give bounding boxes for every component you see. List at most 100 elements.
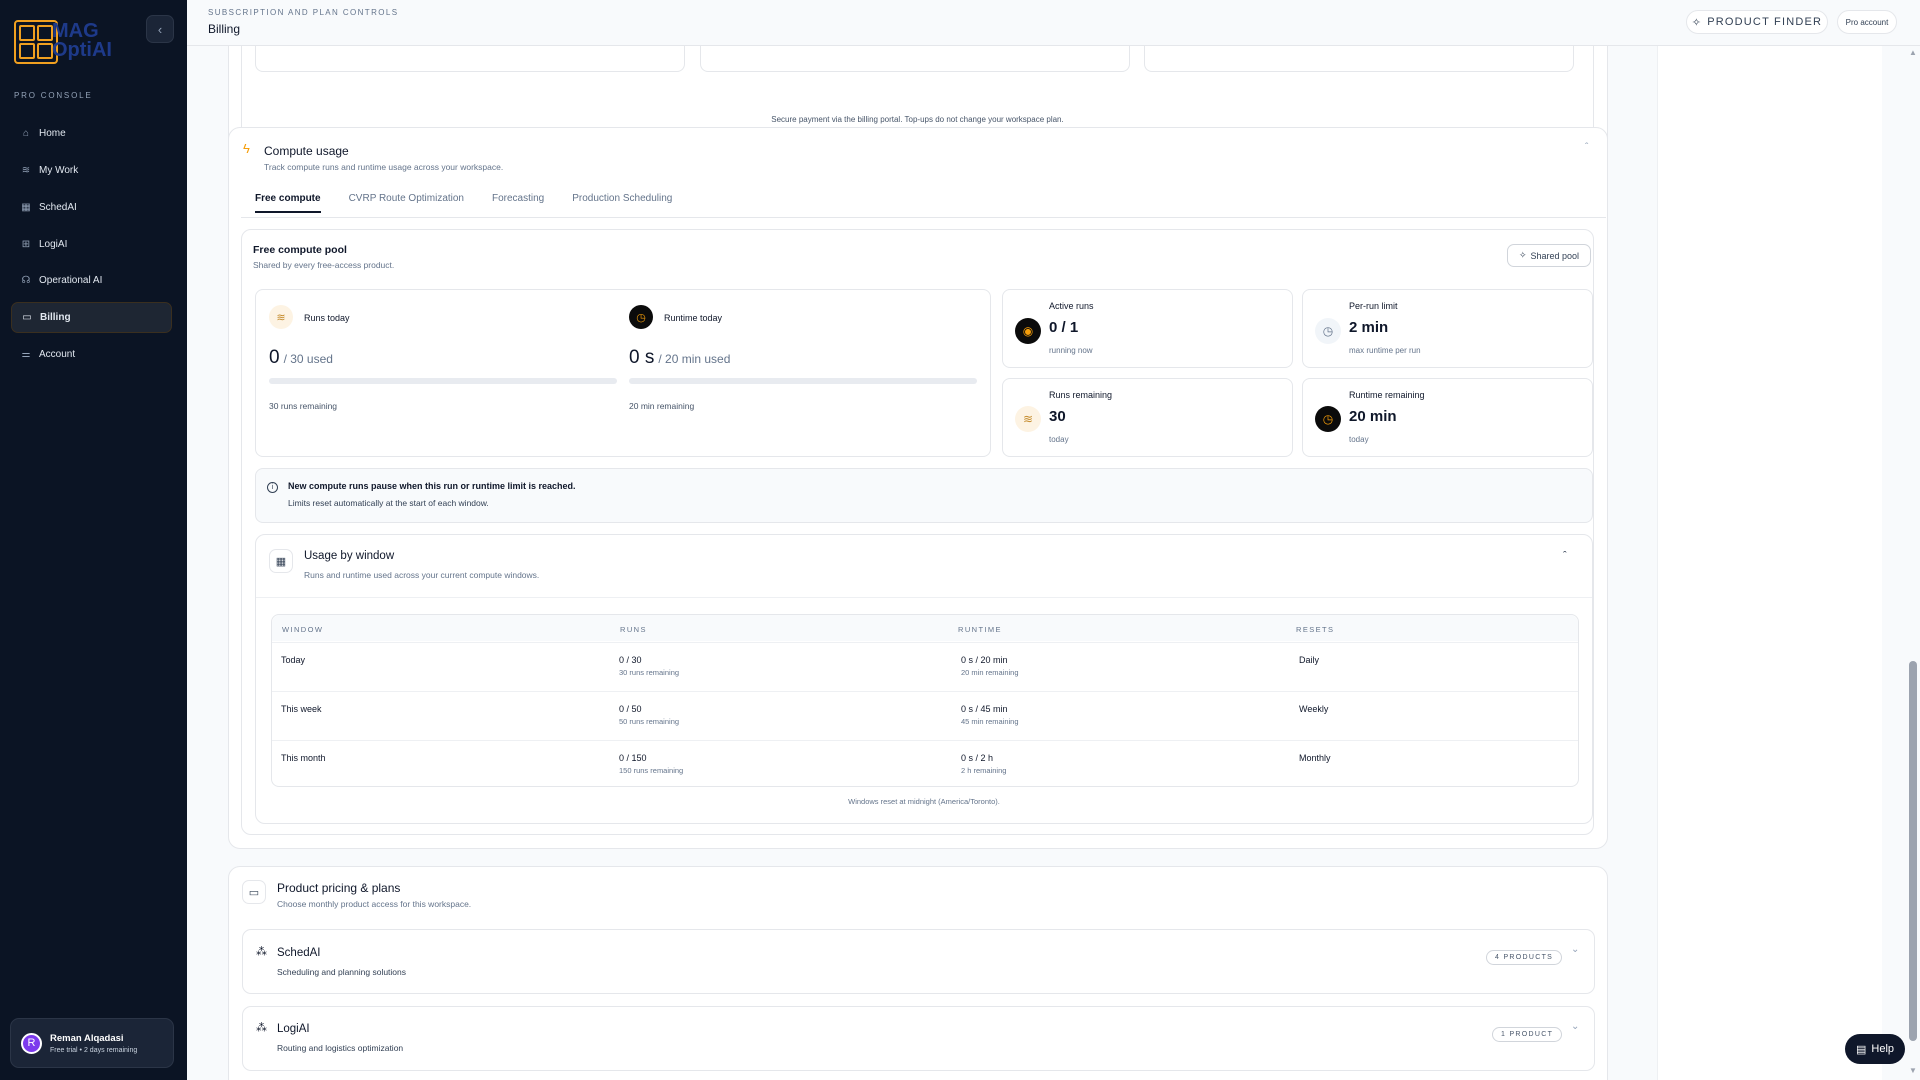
brand-logo[interactable]: MAG OptiAI [14, 20, 118, 66]
runtime-today-total: / 20 min used [658, 352, 731, 366]
lightning-icon: ϟ [243, 141, 250, 156]
topup-option[interactable] [1144, 46, 1574, 72]
limit-notice: i New compute runs pause when this run o… [255, 468, 1593, 523]
play-circle-icon: ◉ [1015, 318, 1041, 344]
topup-option[interactable] [255, 46, 685, 72]
active-runs-value: 0 / 1 [1049, 319, 1079, 336]
info-icon: i [267, 482, 278, 493]
per-run-limit-card: ◷ Per-run limit 2 min max runtime per ru… [1302, 289, 1593, 368]
tab-cvrp-route-optimization[interactable]: CVRP Route Optimization [349, 193, 464, 213]
user-card[interactable]: R Reman Alqadasi Free trial • 2 days rem… [10, 1018, 174, 1068]
product-group-name: LogiAI [277, 1023, 310, 1035]
product-pricing-card: ▭ Product pricing & plans Choose monthly… [228, 866, 1608, 1080]
product-finder-button[interactable]: ✧ PRODUCT FINDER [1686, 10, 1828, 34]
avatar: R [21, 1032, 42, 1054]
product-count-badge: 1 PRODUCT [1492, 1027, 1563, 1042]
compute-usage-title: Compute usage [264, 144, 349, 158]
trial-status: Free trial • 2 days remaining [50, 1046, 138, 1054]
account-badge[interactable]: Pro account [1837, 10, 1897, 34]
runtime-today-value: 0 s [629, 347, 655, 368]
column-header-runs: RUNS [620, 625, 647, 634]
notice-line2: Limits reset automatically at the start … [288, 498, 489, 508]
cell-runtime-sub: 2 h remaining [961, 766, 1007, 775]
tab-forecasting[interactable]: Forecasting [492, 193, 544, 213]
sidebar-item-billing[interactable]: ▭ Billing [11, 302, 172, 333]
card-icon: ▭ [22, 312, 32, 323]
compute-usage-subtitle: Track compute runs and runtime usage acr… [264, 162, 504, 172]
cell-runs: 0 / 30 [619, 655, 642, 665]
per-run-limit-value: 2 min [1349, 319, 1389, 336]
sidebar-item-label: SchedAI [39, 202, 77, 213]
runs-remaining-value: 30 [1049, 408, 1066, 425]
user-name: Reman Alqadasi [50, 1032, 124, 1044]
sidebar-item-account[interactable]: ⚌ Account [11, 339, 172, 370]
usage-title: Usage by window [304, 550, 395, 562]
layers-icon: ≋ [1015, 406, 1041, 432]
chevron-up-icon[interactable]: ˆ [1585, 142, 1588, 153]
right-panel [1657, 46, 1882, 1080]
sidebar-item-label: Home [39, 128, 66, 139]
stopwatch-icon: ◷ [1315, 406, 1341, 432]
table-row: This month 0 / 150 150 runs remaining 0 s… [272, 740, 1578, 788]
runtime-remaining-card: ◷ Runtime remaining 20 min today [1302, 378, 1593, 457]
bot-icon: ☊ [21, 275, 31, 286]
scroll-down-arrow-icon[interactable]: ▼ [1909, 1066, 1917, 1075]
scrollbar-thumb[interactable] [1909, 661, 1917, 1041]
cell-runs: 0 / 150 [619, 753, 647, 763]
cell-resets: Monthly [1299, 753, 1331, 763]
chat-icon: ▤ [1855, 1043, 1867, 1056]
home-icon: ⌂ [22, 128, 30, 139]
calendar-icon: ▦ [269, 549, 293, 573]
cell-runs-sub: 50 runs remaining [619, 717, 680, 726]
sparkle-icon: ✧ [1691, 16, 1703, 29]
product-group-logiai[interactable]: ⁂ LogiAI Routing and logistics optimizat… [242, 1006, 1595, 1071]
sidebar-item-my-work[interactable]: ≋ My Work [11, 155, 172, 186]
cell-runtime-sub: 20 min remaining [961, 668, 1019, 677]
shared-pool-button[interactable]: ✧ Shared pool [1507, 244, 1591, 267]
runs-remaining-sub: today [1049, 435, 1069, 444]
help-button[interactable]: ▤ Help [1845, 1034, 1905, 1064]
tab-free-compute[interactable]: Free compute [255, 193, 321, 213]
per-run-limit-label: Per-run limit [1349, 301, 1398, 311]
chevron-down-icon[interactable]: ⌄ [1571, 1021, 1579, 1032]
clock-icon: ◷ [1315, 318, 1341, 344]
compute-tabs: Free compute CVRP Route Optimization For… [255, 193, 672, 213]
topup-card: Secure payment via the billing portal. T… [241, 46, 1594, 140]
pricing-subtitle: Choose monthly product access for this w… [277, 899, 472, 909]
table-row: This week 0 / 50 50 runs remaining 0 s / … [272, 691, 1578, 739]
scroll-up-arrow-icon[interactable]: ▲ [1909, 48, 1917, 57]
sidebar-item-label: My Work [39, 165, 79, 176]
shared-pool-label: Shared pool [1530, 250, 1580, 261]
cell-runs: 0 / 50 [619, 704, 642, 714]
collapse-sidebar-button[interactable]: ‹ [146, 15, 174, 43]
nav-section-label: PRO CONSOLE [14, 91, 93, 100]
product-group-schedai[interactable]: ⁂ SchedAI Scheduling and planning soluti… [242, 929, 1595, 994]
cell-runtime: 0 s / 2 h [961, 753, 994, 763]
runs-today-progress [269, 378, 617, 384]
topup-note: Secure payment via the billing portal. T… [771, 115, 1064, 124]
cell-runtime-sub: 45 min remaining [961, 717, 1019, 726]
runtime-remaining-value: 20 min [1349, 408, 1397, 425]
sidebar-item-schedai[interactable]: ▦ SchedAI [11, 192, 172, 223]
topup-option[interactable] [700, 46, 1130, 72]
sidebar-item-operational-ai[interactable]: ☊ Operational AI [11, 265, 172, 296]
sidebar-item-home[interactable]: ⌂ Home [11, 118, 172, 149]
column-header-resets: RESETS [1296, 625, 1335, 634]
logo-text-line2: OptiAI [52, 39, 112, 61]
cell-runs-sub: 150 runs remaining [619, 766, 684, 775]
pool-subtitle: Shared by every free-access product. [253, 260, 395, 270]
cell-window: This month [281, 753, 326, 763]
runtime-today-progress [629, 378, 977, 384]
tab-production-scheduling[interactable]: Production Scheduling [572, 193, 672, 213]
chevron-down-icon[interactable]: ⌄ [1571, 944, 1579, 955]
tab-divider [241, 217, 1606, 218]
sidebar-item-label: LogiAI [39, 239, 68, 250]
layers-icon: ≋ [21, 165, 31, 176]
sidebar-item-logiai[interactable]: ⊞ LogiAI [11, 229, 172, 260]
pool-title: Free compute pool [253, 244, 347, 256]
pricing-title: Product pricing & plans [277, 881, 401, 895]
chevron-up-icon[interactable]: ˆ [1563, 550, 1567, 562]
column-header-window: WINDOW [282, 625, 324, 634]
page-scrollbar[interactable]: ▲ ▼ [1906, 46, 1920, 1080]
topbar: SUBSCRIPTION AND PLAN CONTROLS Billing ✧… [187, 0, 1920, 46]
